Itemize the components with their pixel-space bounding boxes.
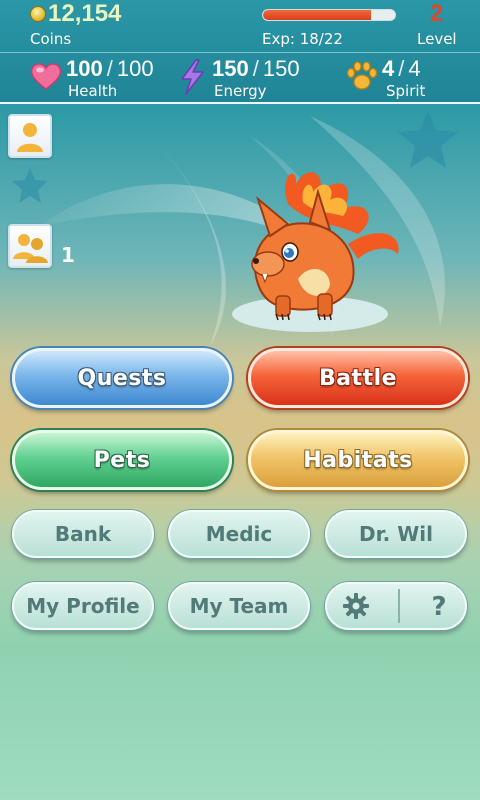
profile-avatar-button[interactable] [8, 114, 52, 158]
pets-button[interactable]: Pets [12, 430, 232, 490]
medic-button[interactable]: Medic [168, 510, 310, 558]
dr-wil-label: Dr. Wil [359, 522, 433, 546]
health-max: 100 [116, 56, 154, 81]
energy-label: Energy [214, 82, 267, 100]
exp-progress-fill [263, 10, 372, 20]
habitats-label: Habitats [303, 447, 413, 473]
gear-icon[interactable] [341, 591, 371, 621]
pet-scene: 1 [0, 106, 480, 346]
group-icon [13, 234, 48, 263]
coins-label: Coins [30, 30, 72, 48]
energy-value: 150/150 [212, 56, 300, 82]
question-icon[interactable]: ? [427, 591, 451, 621]
spirit-current: 4 [382, 56, 395, 81]
team-avatar-button[interactable] [8, 224, 52, 268]
bank-button[interactable]: Bank [12, 510, 154, 558]
bank-label: Bank [54, 522, 112, 546]
settings-help-group: ? [325, 582, 467, 630]
status-row-top: 12,154 Coins Exp: 18/22 2 Level [0, 0, 480, 50]
quests-label: Quests [77, 365, 167, 391]
team-count: 1 [61, 243, 75, 267]
heart-icon [30, 63, 62, 90]
battle-label: Battle [318, 365, 398, 391]
svg-text:?: ? [432, 592, 447, 621]
energy-separator: / [252, 56, 259, 81]
coins-value: 12,154 [48, 0, 122, 27]
lightning-icon [181, 59, 204, 95]
my-profile-label: My Profile [26, 594, 140, 618]
pets-label: Pets [93, 447, 151, 473]
fire-fox-pet[interactable] [218, 164, 418, 344]
spirit-value: 4/4 [382, 56, 421, 82]
status-header: 12,154 Coins Exp: 18/22 2 Level 100/100 … [0, 0, 480, 104]
health-separator: / [106, 56, 113, 81]
health-label: Health [68, 82, 118, 100]
exp-progress-bar [262, 9, 396, 21]
status-row-stats: 100/100 Health 150/150 Energy 4/4 Spirit [0, 52, 480, 102]
energy-current: 150 [212, 56, 249, 81]
exp-label: Exp: 18/22 [262, 30, 343, 48]
spirit-label: Spirit [386, 82, 426, 100]
medic-label: Medic [205, 522, 273, 546]
settings-help-divider [397, 589, 400, 623]
quests-button[interactable]: Quests [12, 348, 232, 408]
spirit-separator: / [398, 56, 405, 81]
habitats-button[interactable]: Habitats [248, 430, 468, 490]
level-label: Level [417, 30, 457, 48]
person-icon [17, 123, 43, 152]
my-profile-button[interactable]: My Profile [12, 582, 154, 630]
paw-icon [346, 61, 378, 90]
energy-max: 150 [262, 56, 300, 81]
health-current: 100 [66, 56, 103, 81]
my-team-button[interactable]: My Team [168, 582, 310, 630]
my-team-label: My Team [189, 594, 289, 618]
coin-icon [30, 6, 46, 22]
dr-wil-button[interactable]: Dr. Wil [325, 510, 467, 558]
health-value: 100/100 [66, 56, 154, 82]
level-value: 2 [430, 0, 444, 27]
spirit-max: 4 [408, 56, 421, 81]
battle-button[interactable]: Battle [248, 348, 468, 408]
